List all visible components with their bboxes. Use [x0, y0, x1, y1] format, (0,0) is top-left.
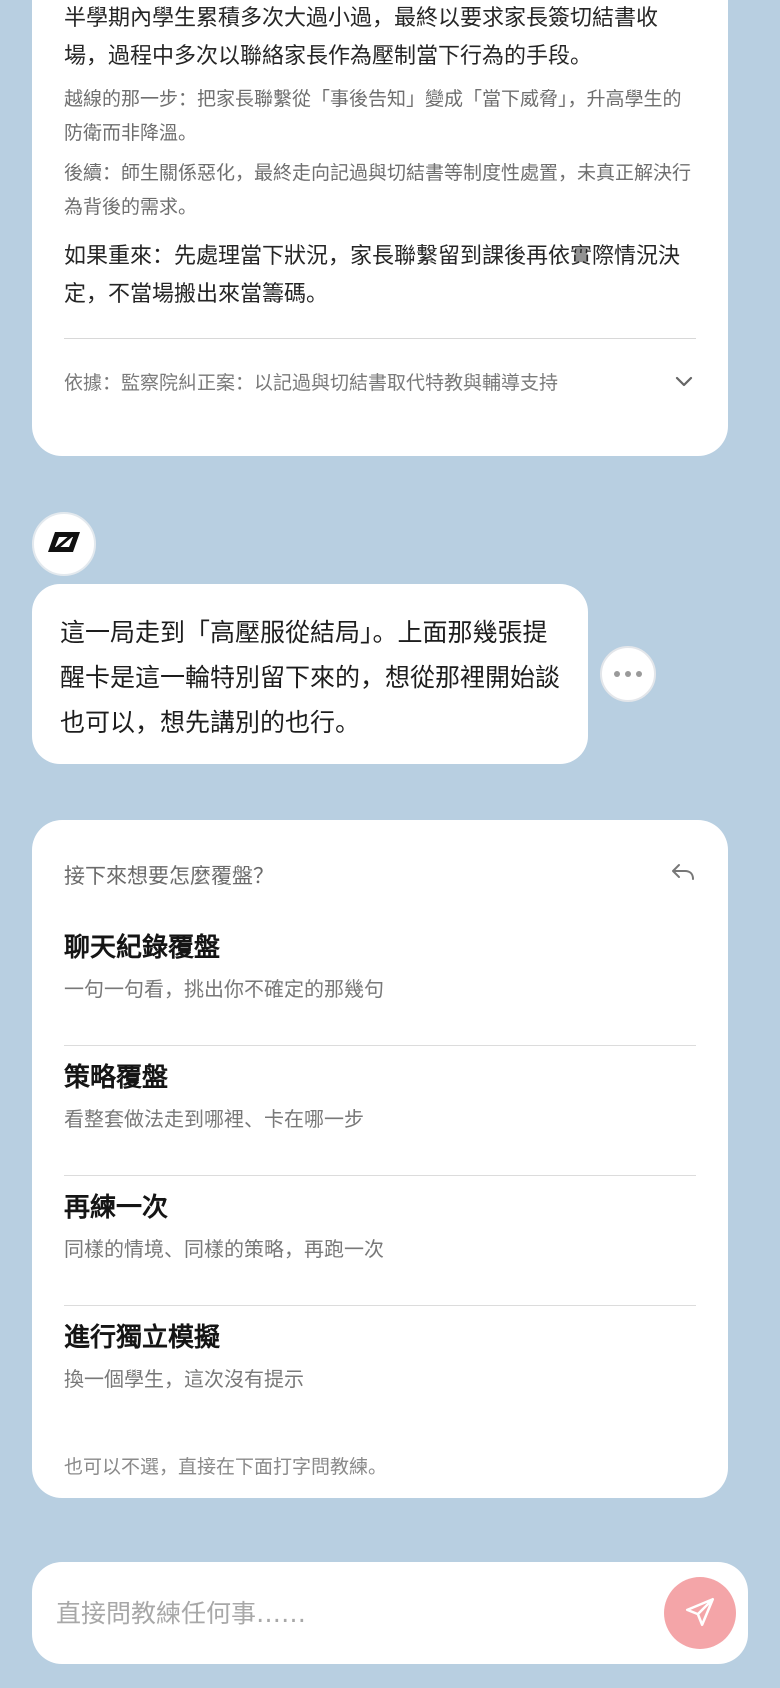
option-desc: 一句一句看，挑出你不確定的那幾句 [64, 977, 384, 1001]
redo-text: 如果重來：先處理當下狀況，家長聯繫留到課後再依實際情況決定，不當場搬出來當籌碼。 [64, 244, 681, 307]
option-desc: 同樣的情境、同樣的策略，再跑一次 [64, 1237, 384, 1261]
back-arrow-icon[interactable] [670, 862, 696, 889]
chevron-down-icon[interactable] [672, 369, 696, 393]
option-independent-simulation[interactable]: 進行獨立模擬 換一個學生，這次沒有提示 [64, 1306, 696, 1436]
send-button[interactable] [664, 1577, 736, 1649]
chat-screen: 半學期內學生累積多次大過小過，最終以要求家長簽切結書收場，過程中多次以聯絡家長作… [0, 0, 780, 1688]
option-chat-review[interactable]: 聊天紀錄覆盤 一句一句看，挑出你不確定的那幾句 [64, 916, 696, 1046]
message-input-bar [32, 1562, 748, 1664]
more-dots-icon [614, 671, 620, 677]
message-input[interactable] [56, 1598, 664, 1628]
evidence-text: 依據：監察院糾正案：以記過與切結書取代特教與輔導支持 [64, 371, 559, 394]
follow-up-text: 後續：師生關係惡化，最終走向記過與切結書等制度性處置，未真正解決行為背後的需求。 [64, 162, 692, 218]
coach-logo-icon [47, 531, 81, 557]
review-hint: 也可以不選，直接在下面打字問教練。 [64, 1456, 388, 1478]
evidence-row[interactable]: 依據：監察院糾正案：以記過與切結書取代特教與輔導支持 [64, 339, 696, 423]
option-strategy-review[interactable]: 策略覆盤 看整套做法走到哪裡、卡在哪一步 [64, 1046, 696, 1176]
option-title: 進行獨立模擬 [64, 1323, 221, 1353]
review-options-card: 接下來想要怎麼覆盤？ 聊天紀錄覆盤 一句一句看，挑出你不確定的那幾句 策略覆盤 … [32, 820, 728, 1498]
option-title: 再練一次 [64, 1193, 169, 1223]
option-desc: 看整套做法走到哪裡、卡在哪一步 [64, 1107, 364, 1131]
option-title: 策略覆盤 [64, 1063, 169, 1093]
send-icon [683, 1595, 717, 1632]
option-practice-again[interactable]: 再練一次 同樣的情境、同樣的策略，再跑一次 [64, 1176, 696, 1306]
review-prompt: 接下來想要怎麼覆盤？ [64, 864, 274, 888]
coach-avatar [32, 512, 96, 576]
review-header: 接下來想要怎麼覆盤？ [64, 820, 696, 916]
crossing-line-text: 越線的那一步：把家長聯繫從「事後告知」變成「當下威脅」，升高學生的防衛而非降溫。 [64, 88, 682, 144]
option-desc: 換一個學生，這次沒有提示 [64, 1367, 304, 1391]
case-summary-card: 半學期內學生累積多次大過小過，最終以要求家長簽切結書收場，過程中多次以聯絡家長作… [32, 0, 728, 456]
coach-message-bubble: 這一局走到「高壓服從結局」。上面那幾張提醒卡是這一輪特別留下來的，想從那裡開始談… [32, 584, 588, 764]
more-options-button[interactable] [600, 646, 656, 702]
option-title: 聊天紀錄覆盤 [64, 933, 221, 963]
case-summary-text: 半學期內學生累積多次大過小過，最終以要求家長簽切結書收場，過程中多次以聯絡家長作… [64, 6, 659, 69]
